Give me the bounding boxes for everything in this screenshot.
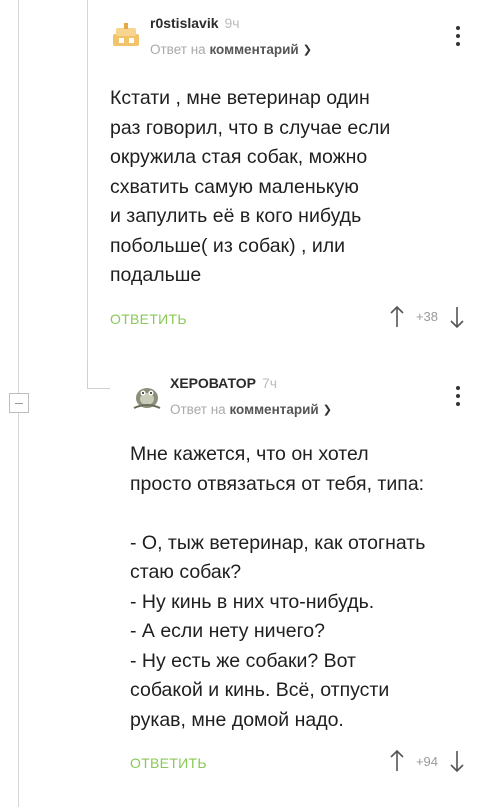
- arrow-down-icon[interactable]: [450, 749, 464, 773]
- reply-prefix: Ответ на: [150, 42, 206, 57]
- chevron-down-icon[interactable]: ❯: [323, 403, 332, 416]
- vote-controls: +38: [390, 305, 464, 329]
- reply-to-link[interactable]: комментарий: [209, 42, 298, 57]
- reply-button[interactable]: ОТВЕТИТЬ: [110, 311, 187, 327]
- reply-connector: [87, 362, 110, 389]
- reply-to-info: Ответ на комментарий ❯: [150, 42, 312, 57]
- kebab-icon[interactable]: [456, 26, 460, 48]
- author-label[interactable]: r0stislavik: [150, 15, 219, 31]
- comment-actions: ОТВЕТИТЬ +94: [118, 749, 484, 779]
- comment-text: Кстати , мне ветеринар один раз говорил,…: [110, 87, 391, 286]
- comment-header: r0stislavik 9ч Ответ на комментарий ❯: [98, 0, 484, 70]
- author-label[interactable]: ХЕРОВАТОР: [170, 375, 256, 391]
- arrow-up-icon[interactable]: [390, 749, 404, 773]
- comment-text: Мне кажется, что он хотел просто отвязат…: [130, 443, 426, 731]
- comment-time: 9ч: [224, 15, 240, 31]
- comment-time: 7ч: [261, 375, 278, 391]
- avatar[interactable]: [130, 378, 164, 412]
- chevron-down-icon[interactable]: ❯: [303, 43, 312, 56]
- comment-actions: ОТВЕТИТЬ +38: [98, 305, 484, 335]
- avatar[interactable]: [110, 18, 144, 52]
- reply-to-link[interactable]: комментарий: [229, 402, 318, 417]
- kebab-icon[interactable]: [456, 386, 460, 408]
- rating-value: +94: [415, 753, 438, 769]
- rating-value: +38: [415, 309, 438, 324]
- comment-header: ХЕРОВАТОР 7ч Ответ на комментарий ❯: [118, 360, 484, 430]
- author-name[interactable]: ХЕРОВАТОР 7ч: [170, 375, 277, 391]
- comment: r0stislavik 9ч Ответ на комментарий ❯ Кста…: [98, 0, 484, 335]
- arrow-down-icon[interactable]: [450, 305, 464, 329]
- reply-prefix: Ответ на: [170, 402, 226, 417]
- reply-to-info: Ответ на комментарий ❯: [170, 402, 332, 417]
- reply-button[interactable]: ОТВЕТИТЬ: [130, 755, 207, 771]
- arrow-up-icon[interactable]: [390, 305, 404, 329]
- comment: ХЕРОВАТОР 7ч Ответ на комментарий ❯ Мне ка…: [118, 360, 484, 779]
- author-name[interactable]: r0stislavik 9ч: [150, 15, 240, 31]
- collapse-thread-button[interactable]: [9, 393, 29, 413]
- vote-controls: +94: [390, 749, 464, 773]
- thread-guide-line: [87, 0, 88, 362]
